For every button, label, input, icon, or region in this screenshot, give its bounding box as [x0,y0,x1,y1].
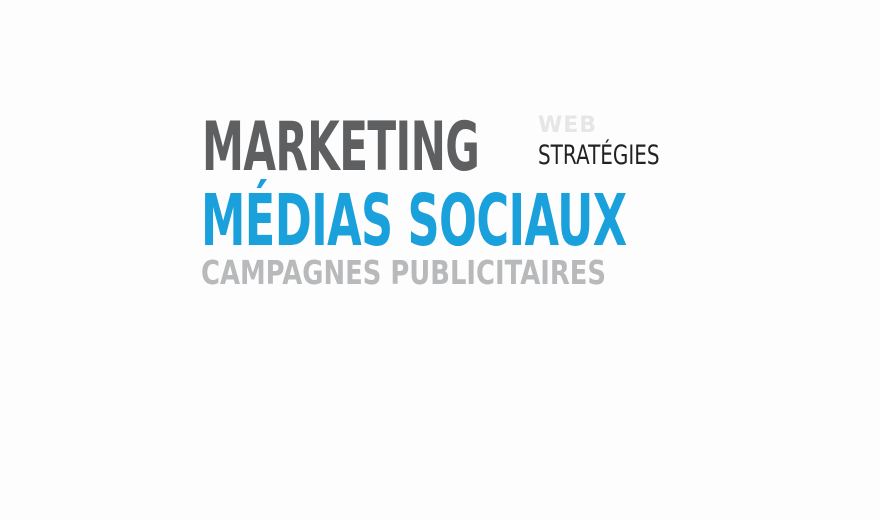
strategies-text: STRATÉGIES [538,140,660,171]
medias-sociaux-text: MÉDIAS SOCIAUX [201,179,627,262]
campagnes-publicitaires-text: CAMPAGNES PUBLICITAIRES [201,253,606,292]
web-text: WEB [538,113,598,138]
marketing-text: MARKETING [202,108,480,187]
